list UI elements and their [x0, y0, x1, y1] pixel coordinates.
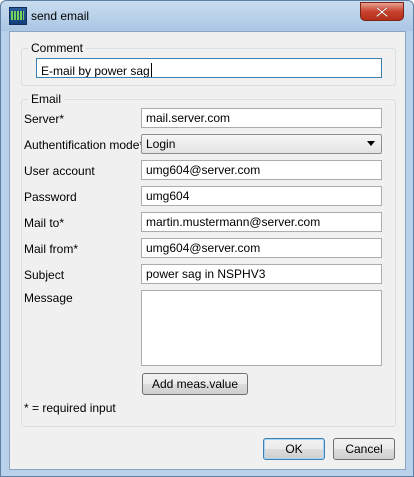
mail-to-value: martin.mustermann@server.com — [146, 215, 321, 229]
email-legend: Email — [28, 92, 65, 106]
ok-button[interactable]: OK — [263, 438, 325, 460]
message-textarea[interactable] — [141, 290, 382, 366]
cancel-button[interactable]: Cancel — [333, 438, 395, 460]
password-input[interactable]: umg604 — [141, 186, 382, 206]
comment-value: E-mail by power sag — [41, 64, 150, 78]
password-value: umg604 — [146, 189, 190, 203]
mail-from-label: Mail from* — [24, 242, 79, 256]
send-email-dialog: send email Comment E-mail by power sag E… — [0, 0, 414, 477]
comment-legend: Comment — [28, 41, 87, 55]
mail-to-input[interactable]: martin.mustermann@server.com — [141, 212, 382, 232]
dialog-body: Comment E-mail by power sag Email Server… — [9, 31, 406, 470]
close-button[interactable] — [360, 2, 404, 21]
auth-mode-label: Authentification mode* — [24, 138, 145, 152]
subject-input[interactable]: power sag in NSPHV3 — [141, 264, 382, 284]
server-input[interactable]: mail.server.com — [141, 108, 382, 128]
mail-to-label: Mail to* — [24, 216, 65, 230]
mail-from-input[interactable]: umg604@server.com — [141, 238, 382, 258]
subject-value: power sag in NSPHV3 — [146, 267, 266, 281]
title-bar[interactable]: send email — [1, 1, 413, 31]
text-cursor — [150, 63, 152, 77]
user-account-label: User account — [24, 164, 95, 178]
comment-input[interactable]: E-mail by power sag — [36, 58, 382, 78]
password-label: Password — [24, 190, 77, 204]
subject-label: Subject — [24, 268, 65, 282]
server-label: Server* — [24, 112, 65, 126]
app-waveform-icon — [9, 7, 27, 25]
mail-from-value: umg604@server.com — [146, 241, 261, 255]
user-account-value: umg604@server.com — [146, 163, 261, 177]
close-icon — [376, 7, 388, 17]
auth-mode-select[interactable]: Login — [141, 134, 382, 154]
server-value: mail.server.com — [146, 111, 231, 125]
chevron-down-icon — [367, 141, 375, 146]
user-account-input[interactable]: umg604@server.com — [141, 160, 382, 180]
add-meas-value-button[interactable]: Add meas.value — [142, 373, 248, 395]
message-label: Message — [24, 291, 73, 305]
auth-mode-value: Login — [146, 137, 176, 151]
window-title: send email — [31, 9, 90, 23]
required-note: * = required input — [24, 401, 116, 415]
